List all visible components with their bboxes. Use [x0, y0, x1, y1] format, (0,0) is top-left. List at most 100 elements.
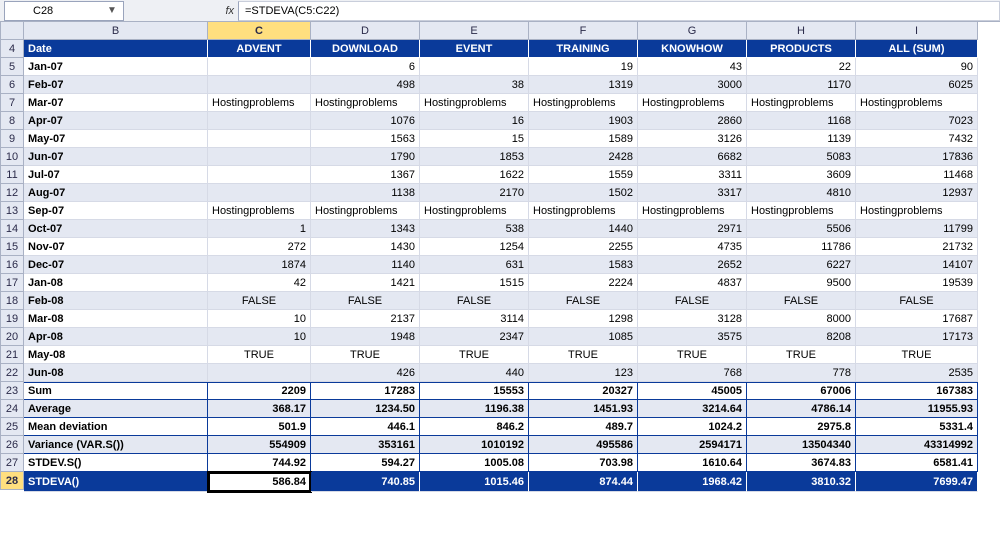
data-cell[interactable]: 7432	[856, 130, 978, 148]
data-cell[interactable]: FALSE	[420, 292, 529, 310]
data-cell[interactable]: 1170	[747, 76, 856, 94]
data-cell[interactable]: TRUE	[747, 346, 856, 364]
selected-row-cell[interactable]: 1968.42	[638, 472, 747, 492]
data-cell[interactable]	[208, 148, 311, 166]
date-cell[interactable]: Nov-07	[24, 238, 208, 256]
column-header-G[interactable]: G	[638, 22, 747, 40]
selected-row-label[interactable]: STDEVA()	[24, 472, 208, 492]
date-cell[interactable]: Jun-08	[24, 364, 208, 382]
summary-cell[interactable]: 3674.83	[747, 454, 856, 472]
data-cell[interactable]: 1563	[311, 130, 420, 148]
date-cell[interactable]: Mar-08	[24, 310, 208, 328]
data-cell[interactable]: FALSE	[856, 292, 978, 310]
data-cell[interactable]: 1948	[311, 328, 420, 346]
data-cell[interactable]: 1343	[311, 220, 420, 238]
summary-label[interactable]: Sum	[24, 382, 208, 400]
row-header-27[interactable]: 27	[0, 454, 24, 472]
row-header-19[interactable]: 19	[0, 310, 24, 328]
data-cell[interactable]: Hostingproblems	[208, 202, 311, 220]
summary-cell[interactable]: 501.9	[208, 418, 311, 436]
summary-cell[interactable]: 703.98	[529, 454, 638, 472]
summary-cell[interactable]: 11955.93	[856, 400, 978, 418]
data-cell[interactable]: 11799	[856, 220, 978, 238]
data-cell[interactable]: TRUE	[420, 346, 529, 364]
column-header-C[interactable]: C	[208, 22, 311, 40]
data-cell[interactable]: 19	[529, 58, 638, 76]
data-cell[interactable]: 3317	[638, 184, 747, 202]
summary-cell[interactable]: 45005	[638, 382, 747, 400]
summary-cell[interactable]: 2594171	[638, 436, 747, 454]
summary-cell[interactable]: 17283	[311, 382, 420, 400]
row-header-14[interactable]: 14	[0, 220, 24, 238]
summary-cell[interactable]: 2209	[208, 382, 311, 400]
data-cell[interactable]: 5506	[747, 220, 856, 238]
data-cell[interactable]: 1583	[529, 256, 638, 274]
data-cell[interactable]: 631	[420, 256, 529, 274]
data-cell[interactable]: 1589	[529, 130, 638, 148]
data-cell[interactable]: Hostingproblems	[420, 94, 529, 112]
selected-row-cell[interactable]: 874.44	[529, 472, 638, 492]
date-cell[interactable]: Jun-07	[24, 148, 208, 166]
column-header-B[interactable]: B	[24, 22, 208, 40]
data-cell[interactable]: Hostingproblems	[208, 94, 311, 112]
data-cell[interactable]: 1138	[311, 184, 420, 202]
column-header-D[interactable]: D	[311, 22, 420, 40]
summary-cell[interactable]: 495586	[529, 436, 638, 454]
data-cell[interactable]: 21732	[856, 238, 978, 256]
data-cell[interactable]: 1502	[529, 184, 638, 202]
date-cell[interactable]: May-08	[24, 346, 208, 364]
data-cell[interactable]	[208, 130, 311, 148]
data-cell[interactable]: 3000	[638, 76, 747, 94]
summary-cell[interactable]: 43314992	[856, 436, 978, 454]
summary-cell[interactable]: 368.17	[208, 400, 311, 418]
data-cell[interactable]: 3609	[747, 166, 856, 184]
data-cell[interactable]	[208, 184, 311, 202]
summary-cell[interactable]: 594.27	[311, 454, 420, 472]
data-cell[interactable]	[208, 112, 311, 130]
data-cell[interactable]: 6227	[747, 256, 856, 274]
data-cell[interactable]: 1421	[311, 274, 420, 292]
row-header-16[interactable]: 16	[0, 256, 24, 274]
data-cell[interactable]: Hostingproblems	[747, 94, 856, 112]
data-cell[interactable]: 1430	[311, 238, 420, 256]
selected-row-cell[interactable]: 740.85	[311, 472, 420, 492]
data-cell[interactable]: 1515	[420, 274, 529, 292]
row-header-23[interactable]: 23	[0, 382, 24, 400]
row-header-5[interactable]: 5	[0, 58, 24, 76]
data-cell[interactable]: 22	[747, 58, 856, 76]
row-header-8[interactable]: 8	[0, 112, 24, 130]
data-cell[interactable]: 6	[311, 58, 420, 76]
selected-row-cell[interactable]: 7699.47	[856, 472, 978, 492]
data-cell[interactable]: 17836	[856, 148, 978, 166]
row-header-7[interactable]: 7	[0, 94, 24, 112]
row-header-12[interactable]: 12	[0, 184, 24, 202]
formula-input[interactable]: =STDEVA(C5:C22)	[238, 1, 1000, 21]
data-cell[interactable]: TRUE	[856, 346, 978, 364]
data-cell[interactable]: 3575	[638, 328, 747, 346]
row-header-28[interactable]: 28	[0, 472, 24, 490]
data-cell[interactable]: 17173	[856, 328, 978, 346]
row-header-11[interactable]: 11	[0, 166, 24, 184]
column-header-H[interactable]: H	[747, 22, 856, 40]
data-cell[interactable]: 19539	[856, 274, 978, 292]
date-cell[interactable]: Jul-07	[24, 166, 208, 184]
summary-cell[interactable]: 353161	[311, 436, 420, 454]
column-header-E[interactable]: E	[420, 22, 529, 40]
data-cell[interactable]: 1168	[747, 112, 856, 130]
data-cell[interactable]: 4735	[638, 238, 747, 256]
date-cell[interactable]: Jan-08	[24, 274, 208, 292]
summary-cell[interactable]: 2975.8	[747, 418, 856, 436]
data-cell[interactable]: 768	[638, 364, 747, 382]
data-cell[interactable]: 426	[311, 364, 420, 382]
data-cell[interactable]: 43	[638, 58, 747, 76]
corner-cell[interactable]	[0, 22, 24, 40]
date-cell[interactable]: May-07	[24, 130, 208, 148]
data-cell[interactable]: 2224	[529, 274, 638, 292]
row-header-20[interactable]: 20	[0, 328, 24, 346]
summary-cell[interactable]: 1010192	[420, 436, 529, 454]
data-cell[interactable]: 1367	[311, 166, 420, 184]
data-cell[interactable]: TRUE	[208, 346, 311, 364]
data-cell[interactable]: Hostingproblems	[747, 202, 856, 220]
data-cell[interactable]: 14107	[856, 256, 978, 274]
data-cell[interactable]	[208, 58, 311, 76]
